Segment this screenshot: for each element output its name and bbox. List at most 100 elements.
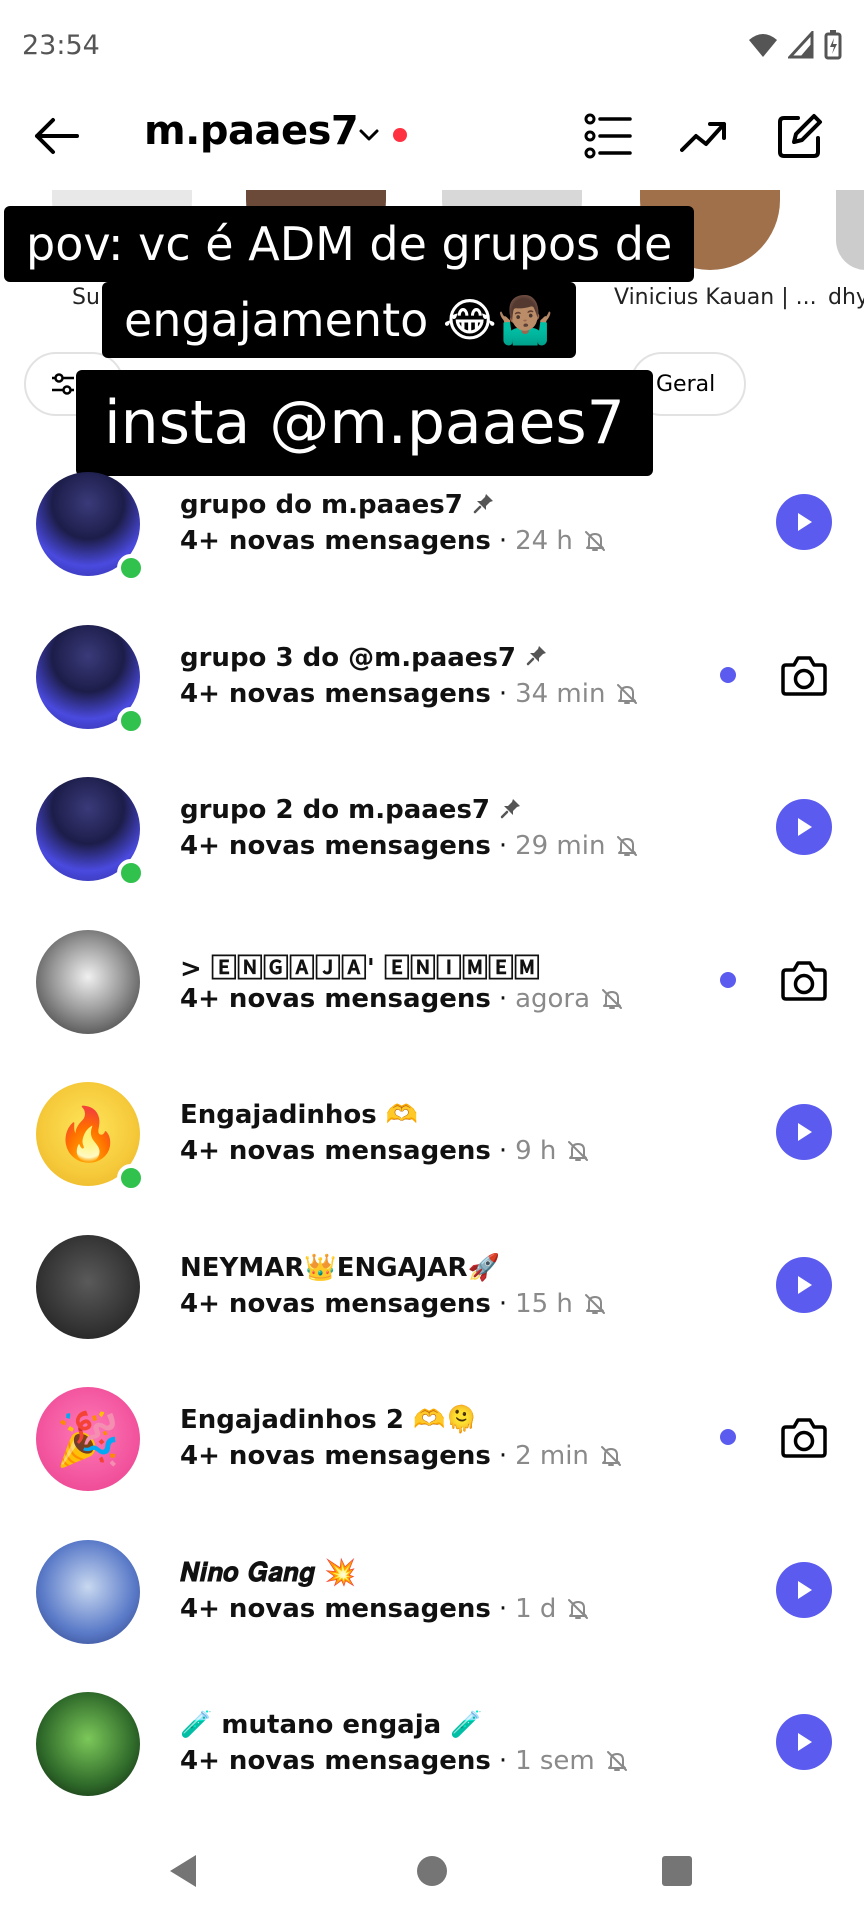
new-messages-count: 4+ novas mensagens — [180, 678, 491, 709]
status-bar: 23:54 — [0, 0, 864, 92]
chat-row[interactable]: 🔥 Engajadinhos 🫶 4+ novas mensagens · 9 h — [0, 1076, 864, 1228]
cell-signal-icon — [788, 31, 814, 59]
chat-name: Engajadinhos 🫶 — [180, 1100, 418, 1130]
new-messages-count: 4+ novas mensagens — [180, 831, 491, 861]
play-icon — [798, 1123, 812, 1141]
play-button[interactable] — [776, 1256, 832, 1313]
play-button[interactable] — [776, 1561, 832, 1618]
play-icon — [798, 818, 812, 836]
bell-off-icon — [615, 682, 639, 706]
account-switcher-button[interactable] — [356, 122, 382, 148]
chat-avatar[interactable] — [36, 929, 140, 1034]
play-icon — [798, 1275, 812, 1294]
new-messages-count: 4+ novas mensagens — [180, 983, 491, 1014]
chat-row[interactable]: 𝑵𝒊𝒏𝒐 𝑮𝒂𝒏𝒈 💥 4+ novas mensagens · 1 d — [0, 1534, 864, 1686]
wifi-icon — [749, 34, 777, 57]
overlay-caption-line-2: engajamento 😂🤷🏽‍♂️ — [102, 282, 576, 358]
play-icon — [798, 1580, 812, 1599]
pin-icon — [526, 643, 548, 673]
separator-dot: · — [498, 678, 508, 709]
nav-home-button[interactable] — [407, 1846, 457, 1896]
chat-row[interactable]: NEYMAR👑ENGAJAR🚀 4+ novas mensagens · 15 h — [0, 1229, 864, 1381]
note-label: Su — [72, 285, 100, 310]
nav-back-button[interactable] — [158, 1846, 208, 1896]
new-messages-count: 4+ novas mensagens — [180, 1593, 491, 1624]
account-username[interactable]: m.paaes7 — [144, 108, 359, 154]
chat-timestamp: 15 h — [515, 1288, 573, 1319]
compose-button[interactable] — [774, 110, 826, 162]
chat-avatar[interactable]: 🎉 — [36, 1387, 140, 1491]
chat-subtitle: 4+ novas mensagens · 24 h — [180, 526, 607, 556]
new-messages-count: 4+ novas mensagens — [180, 1441, 491, 1471]
party-emoji-icon: 🎉 — [55, 1410, 121, 1469]
chat-name: Engajadinhos 2 🫶🫠 — [180, 1405, 478, 1435]
chat-name-text: Engajadinhos 🫶 — [180, 1100, 419, 1130]
note-avatar[interactable] — [836, 190, 864, 270]
chat-row[interactable]: 🧪 mutano engaja 🧪 4+ novas mensagens · 1 se… — [0, 1686, 864, 1838]
camera-icon — [781, 1418, 827, 1458]
online-status-dot — [117, 706, 145, 735]
online-status-dot — [117, 554, 145, 582]
camera-icon — [781, 960, 827, 1001]
chat-row[interactable]: grupo do m.paaes7 4+ novas mensagens · 24 h — [0, 466, 864, 618]
list-button[interactable] — [582, 110, 634, 162]
play-button[interactable] — [776, 799, 832, 855]
chat-timestamp: 34 min — [515, 678, 606, 709]
chat-subtitle: 4+ novas mensagens · 9 h — [180, 1136, 590, 1166]
status-time: 23:54 — [22, 30, 100, 61]
list-icon — [584, 113, 632, 159]
chat-name: NEYMAR👑ENGAJAR🚀 — [180, 1253, 500, 1283]
chat-name: grupo do m.paaes7 — [180, 490, 495, 521]
unread-dot — [720, 971, 736, 988]
chat-avatar[interactable] — [36, 1692, 140, 1796]
separator-dot: · — [498, 1136, 508, 1166]
camera-button[interactable] — [776, 647, 832, 703]
note-label: dhy — [828, 285, 864, 310]
chat-name-text: grupo 2 do m.paaes7 — [180, 795, 491, 825]
bell-off-icon — [600, 987, 624, 1011]
chat-timestamp: agora — [515, 983, 591, 1014]
separator-dot: · — [498, 1288, 508, 1319]
nav-recents-button[interactable] — [652, 1846, 702, 1896]
back-button[interactable] — [26, 110, 86, 162]
chat-timestamp: 1 sem — [515, 1746, 595, 1776]
overlay-caption-line-3: insta @m.paaes7 — [76, 370, 653, 476]
trending-up-icon — [680, 122, 726, 152]
new-messages-count: 4+ novas mensagens — [180, 1746, 491, 1776]
separator-dot: · — [498, 1593, 508, 1624]
filter-chip-label: Geral — [656, 371, 716, 397]
bell-off-icon — [566, 1139, 590, 1163]
new-messages-count: 4+ novas mensagens — [180, 1288, 491, 1319]
chat-avatar[interactable] — [36, 1234, 140, 1339]
chat-name-text: 🧪 mutano engaja 🧪 — [180, 1710, 483, 1740]
chat-name-text: grupo do m.paaes7 — [180, 490, 463, 520]
chat-timestamp: 24 h — [515, 526, 573, 556]
chat-name-text: NEYMAR👑ENGAJAR🚀 — [180, 1252, 500, 1283]
chat-subtitle: 4+ novas mensagens · 34 min — [180, 679, 639, 709]
chevron-down-icon — [359, 129, 379, 141]
chat-row[interactable]: grupo 3 do @m.paaes7 4+ novas mensagens · 3… — [0, 619, 864, 771]
camera-button[interactable] — [776, 952, 832, 1008]
notification-dot — [393, 128, 407, 142]
chat-subtitle: 4+ novas mensagens · 15 h — [180, 1289, 607, 1319]
status-icons — [748, 30, 842, 60]
chat-row[interactable]: grupo 2 do m.paaes7 4+ novas mensagens · 29… — [0, 771, 864, 923]
bell-off-icon — [599, 1444, 623, 1468]
chat-subtitle: 4+ novas mensagens · 2 min — [180, 1441, 623, 1471]
chat-subtitle: 4+ novas mensagens · 29 min — [180, 831, 639, 861]
chat-timestamp: 29 min — [515, 831, 606, 861]
note-label: Vinicius Kauan | ... — [614, 285, 817, 310]
trending-button[interactable] — [678, 110, 730, 162]
camera-button[interactable] — [776, 1409, 832, 1465]
unread-dot — [720, 666, 736, 683]
pin-icon — [473, 491, 495, 521]
chat-avatar[interactable] — [36, 1539, 140, 1644]
new-messages-count: 4+ novas mensagens — [180, 526, 491, 556]
chat-row[interactable]: 🎉 Engajadinhos 2 🫶🫠 4+ novas mensagens · 2 m… — [0, 1381, 864, 1533]
play-button[interactable] — [776, 1714, 832, 1770]
play-button[interactable] — [776, 494, 832, 550]
chat-row[interactable]: > 🄴🄽🄶🄰🄹🄰' 🄴🄽🄸🄼🄴🄼 4+ novas mensagens · agora — [0, 924, 864, 1076]
chat-timestamp: 1 d — [515, 1593, 557, 1624]
play-button[interactable] — [776, 1104, 832, 1160]
bell-off-icon — [605, 1749, 629, 1773]
